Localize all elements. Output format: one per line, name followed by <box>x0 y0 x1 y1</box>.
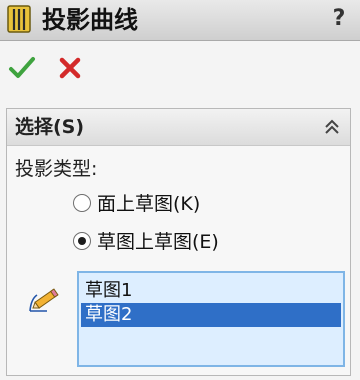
list-item[interactable]: 草图1 <box>81 279 341 303</box>
group-header[interactable]: 选择(S) <box>7 109 350 146</box>
ok-button[interactable] <box>6 52 38 84</box>
radio-dot <box>78 237 86 245</box>
list-item-selected[interactable]: 草图2 <box>81 303 341 327</box>
radio-label: 面上草图(K) <box>97 193 201 215</box>
chevron-up-double-icon[interactable] <box>320 115 344 139</box>
help-button[interactable]: ? <box>328 4 350 34</box>
selected-sketches-list[interactable]: 草图1 草图2 <box>77 271 345 367</box>
radio-label: 草图上草图(E) <box>97 231 219 253</box>
projection-type-label: 投影类型: <box>15 158 98 180</box>
property-manager-panel: 投影曲线 ? 选择(S) 投影类型: 面上草图(K) 草图上草图(E) 草图1 … <box>0 0 360 380</box>
curve-feature-icon <box>7 5 31 33</box>
action-buttons <box>0 52 360 86</box>
radio-button-selected[interactable] <box>73 232 91 250</box>
radio-button[interactable] <box>73 194 91 212</box>
title-bar: 投影曲线 ? <box>0 0 360 41</box>
sketch-pencil-icon <box>29 288 59 312</box>
group-title: 选择(S) <box>15 116 85 138</box>
cancel-button[interactable] <box>54 52 86 84</box>
selection-group: 选择(S) 投影类型: 面上草图(K) 草图上草图(E) 草图1 草图2 <box>6 108 351 376</box>
panel-title: 投影曲线 <box>42 6 138 34</box>
